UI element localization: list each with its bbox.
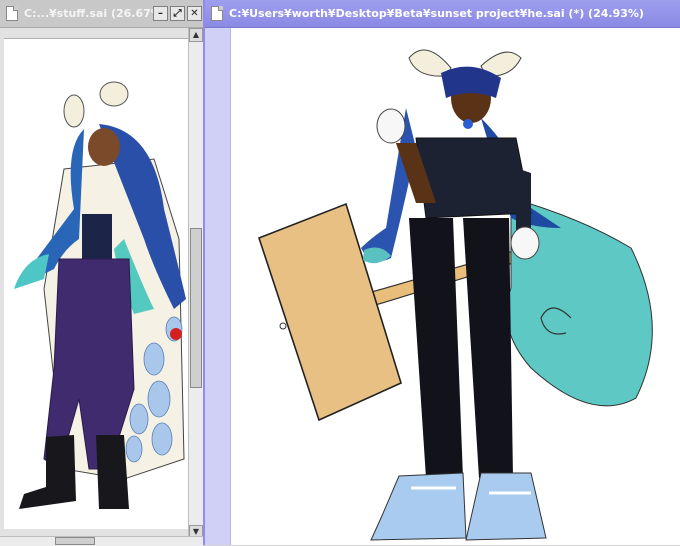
left-artwork	[14, 81, 186, 509]
maximize-button[interactable]: ⤢	[170, 6, 185, 21]
right-drawing-canvas[interactable]	[231, 28, 680, 545]
left-vertical-scrollbar[interactable]: ▲ ▼	[188, 28, 203, 540]
right-artwork	[258, 49, 653, 541]
right-window-titlebar[interactable]: C:¥Users¥worth¥Desktop¥Beta¥sunset proje…	[205, 0, 680, 28]
maximize-icon: ⤢	[173, 8, 182, 19]
vertical-scroll-thumb[interactable]	[190, 228, 202, 388]
arrow-down-icon: ▼	[192, 527, 200, 536]
right-document-window[interactable]: C:¥Users¥worth¥Desktop¥Beta¥sunset proje…	[203, 0, 680, 545]
left-drawing-canvas[interactable]	[4, 38, 188, 529]
close-icon: ✕	[190, 8, 199, 19]
left-document-window[interactable]: C:...¥stuff.sai (26.67%) – ⤢ ✕ ▲ ▼	[0, 0, 203, 546]
scroll-up-button[interactable]: ▲	[189, 28, 203, 42]
minimize-icon: –	[158, 8, 163, 19]
right-window-title: C:¥Users¥worth¥Desktop¥Beta¥sunset proje…	[229, 7, 644, 20]
right-window-left-margin	[205, 28, 231, 545]
left-window-title: C:...¥stuff.sai (26.67%)	[24, 7, 167, 20]
minimize-button[interactable]: –	[153, 6, 168, 21]
arrow-up-icon: ▲	[192, 30, 200, 39]
left-window-titlebar[interactable]: C:...¥stuff.sai (26.67%) – ⤢ ✕	[0, 0, 203, 28]
document-icon	[211, 6, 223, 21]
close-button[interactable]: ✕	[187, 6, 202, 21]
document-icon	[6, 6, 18, 21]
horizontal-scroll-thumb[interactable]	[55, 537, 95, 545]
